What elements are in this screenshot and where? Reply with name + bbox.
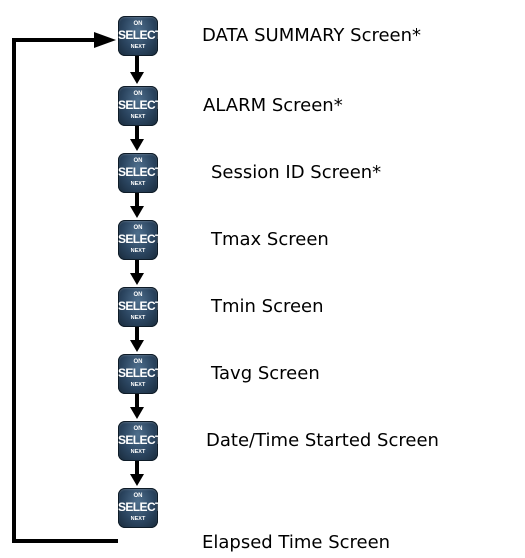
button-select-label: SELECT (118, 165, 162, 179)
button-select-label: SELECT (118, 433, 162, 447)
button-next-label: NEXT (130, 181, 146, 187)
step-tmax: ON SELECT NEXT Tmax Screen (0, 220, 525, 260)
button-next-label: NEXT (130, 114, 146, 120)
screen-label: DATA SUMMARY Screen* (202, 25, 422, 46)
screen-label: Date/Time Started Screen (206, 430, 439, 451)
flow-arrows (12, 32, 144, 543)
select-button[interactable]: ON SELECT NEXT (118, 421, 162, 461)
screen-label: ALARM Screen* (203, 95, 343, 116)
button-on-label: ON (133, 359, 143, 365)
button-next-label: NEXT (130, 382, 146, 388)
button-on-label: ON (133, 158, 143, 164)
select-button[interactable]: ON SELECT NEXT (118, 86, 162, 126)
flow-diagram: ON SELECT NEXT DATA SUMMARY Screen* ON S… (0, 0, 525, 558)
step-date-time-started: ON SELECT NEXT Date/Time Started Screen (0, 421, 525, 461)
down-arrow-3 (130, 190, 144, 218)
button-on-label: ON (133, 91, 143, 97)
select-button[interactable]: ON SELECT NEXT (118, 16, 162, 56)
screen-label: Elapsed Time Screen (202, 532, 391, 553)
button-select-label: SELECT (118, 28, 162, 42)
select-button[interactable]: ON SELECT NEXT (118, 153, 162, 193)
screen-label: Tavg Screen (211, 363, 320, 384)
button-on-label: ON (133, 493, 143, 499)
button-select-label: SELECT (118, 500, 162, 514)
screen-label: Tmin Screen (211, 296, 324, 317)
button-select-label: SELECT (118, 366, 162, 380)
button-next-label: NEXT (130, 44, 146, 50)
screen-label: Session ID Screen* (211, 162, 382, 183)
step-tavg: ON SELECT NEXT Tavg Screen (0, 354, 525, 394)
button-select-label: SELECT (118, 98, 162, 112)
step-alarm: ON SELECT NEXT ALARM Screen* (0, 86, 525, 126)
step-tmin: ON SELECT NEXT Tmin Screen (0, 287, 525, 327)
step-data-summary: ON SELECT NEXT DATA SUMMARY Screen* (0, 16, 525, 56)
button-on-label: ON (133, 21, 143, 27)
down-arrow-2 (130, 123, 144, 151)
button-next-label: NEXT (130, 248, 146, 254)
button-next-label: NEXT (130, 516, 146, 522)
select-button[interactable]: ON SELECT NEXT (118, 287, 162, 327)
step-session-id: ON SELECT NEXT Session ID Screen* (0, 153, 525, 193)
down-arrow-5 (130, 324, 144, 352)
step-elapsed-time: ON SELECT NEXT Elapsed Time Screen (0, 488, 525, 553)
down-arrow-6 (130, 391, 144, 419)
down-arrow-1 (130, 54, 144, 84)
select-button[interactable]: ON SELECT NEXT (118, 220, 162, 260)
button-on-label: ON (133, 292, 143, 298)
button-next-label: NEXT (130, 449, 146, 455)
button-select-label: SELECT (118, 232, 162, 246)
button-select-label: SELECT (118, 299, 162, 313)
select-button[interactable]: ON SELECT NEXT (118, 488, 162, 528)
down-arrow-4 (130, 257, 144, 285)
select-button[interactable]: ON SELECT NEXT (118, 354, 162, 394)
down-arrow-7 (130, 458, 144, 486)
button-on-label: ON (133, 225, 143, 231)
button-on-label: ON (133, 426, 143, 432)
button-next-label: NEXT (130, 315, 146, 321)
screen-label: Tmax Screen (211, 229, 329, 250)
